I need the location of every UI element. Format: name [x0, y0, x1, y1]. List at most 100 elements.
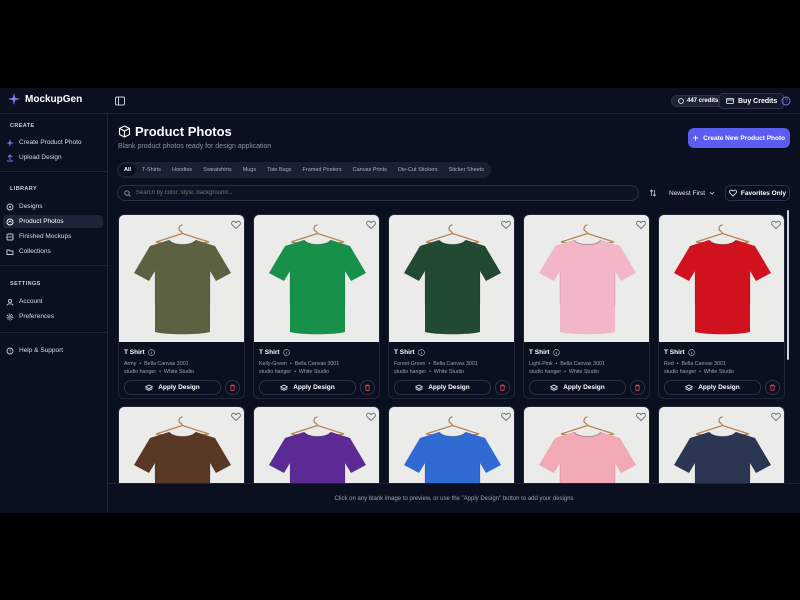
info-icon[interactable]: [282, 349, 290, 356]
sidebar-item-create-product-photo[interactable]: Create Product Photo: [3, 136, 103, 149]
product-meta-line1: Kelly-Green • Bella Canvas 3001: [259, 361, 339, 367]
product-background: White Studio: [433, 369, 464, 375]
product-image[interactable]: [659, 407, 784, 483]
delete-button[interactable]: [765, 380, 780, 395]
product-image[interactable]: [389, 215, 514, 342]
grid-scrollbar[interactable]: [787, 210, 789, 360]
heart-icon[interactable]: [366, 412, 376, 422]
tab-tote-bags[interactable]: Tote Bags: [262, 164, 296, 176]
page-subtitle: Blank product photos ready for design ap…: [118, 143, 272, 150]
apply-design-button[interactable]: Apply Design: [664, 380, 761, 395]
info-icon[interactable]: [687, 349, 695, 356]
brand-logo[interactable]: MockupGen: [8, 93, 82, 105]
product-card[interactable]: T Shirt Army • Bella Canvas 3001 studio …: [118, 214, 245, 399]
t-shirt-image: [269, 224, 366, 335]
photos-icon: [6, 218, 14, 225]
delete-button[interactable]: [360, 380, 375, 395]
sidebar-item-finished-mockups[interactable]: Finished Mockups: [3, 230, 103, 243]
product-card[interactable]: [523, 406, 650, 483]
product-card[interactable]: T Shirt Light-Pink • Bella Canvas 3001 s…: [523, 214, 650, 399]
product-style: studio hanger: [394, 369, 427, 375]
heart-icon[interactable]: [636, 412, 646, 422]
sidebar-item-label: Preferences: [19, 313, 55, 320]
apply-design-label: Apply Design: [563, 384, 605, 391]
product-image[interactable]: [119, 215, 244, 342]
product-title-text: T Shirt: [529, 349, 550, 356]
tab-die-cut-stickers[interactable]: Die-Cut Stickers: [393, 164, 443, 176]
product-card[interactable]: T Shirt Red • Bella Canvas 3001 studio h…: [658, 214, 785, 399]
sidebar-toggle-icon[interactable]: [114, 95, 126, 107]
tab-sticker-sheets[interactable]: Sticker Sheets: [444, 164, 489, 176]
apply-design-button[interactable]: Apply Design: [394, 380, 491, 395]
sidebar-item-upload-design[interactable]: Upload Design: [3, 151, 103, 164]
tab-mugs[interactable]: Mugs: [238, 164, 261, 176]
product-background: White Studio: [163, 369, 194, 375]
heart-icon[interactable]: [501, 220, 511, 230]
heart-icon[interactable]: [771, 412, 781, 422]
layers-icon: [145, 384, 154, 391]
help-icon[interactable]: ?: [781, 96, 791, 106]
info-icon[interactable]: [417, 349, 425, 356]
t-shirt-image: [539, 416, 636, 483]
product-image[interactable]: [389, 407, 514, 483]
apply-design-button[interactable]: Apply Design: [124, 380, 221, 395]
product-image[interactable]: [524, 215, 649, 342]
product-card[interactable]: T Shirt Kelly-Green • Bella Canvas 3001 …: [253, 214, 380, 399]
tab-t-shirts[interactable]: T-Shirts: [137, 164, 166, 176]
sidebar-item-designs[interactable]: Designs: [3, 200, 103, 213]
section-library-heading: LIBRARY: [10, 186, 38, 192]
delete-button[interactable]: [225, 380, 240, 395]
tab-all[interactable]: All: [119, 164, 137, 176]
tab-canvas-prints[interactable]: Canvas Prints: [348, 164, 392, 176]
product-meta-line1: Light-Pink • Bella Canvas 3001: [529, 361, 605, 367]
footer-hint: Click on any blank image to preview, or …: [108, 483, 800, 513]
page-title: Product Photos: [135, 124, 232, 139]
product-card[interactable]: [253, 406, 380, 483]
delete-button[interactable]: [495, 380, 510, 395]
sidebar-item-collections[interactable]: Collections: [3, 245, 103, 258]
product-image[interactable]: [524, 407, 649, 483]
search-input[interactable]: [136, 190, 616, 196]
apply-design-label: Apply Design: [158, 384, 200, 391]
product-card[interactable]: [658, 406, 785, 483]
product-image[interactable]: [254, 215, 379, 342]
heart-icon[interactable]: [636, 220, 646, 230]
product-card[interactable]: [118, 406, 245, 483]
product-background: White Studio: [703, 369, 734, 375]
sidebar-item-product-photos[interactable]: Product Photos: [3, 215, 103, 228]
heart-icon[interactable]: [366, 220, 376, 230]
sidebar-item-help-support[interactable]: ? Help & Support: [3, 344, 103, 357]
sidebar-divider: [0, 171, 108, 172]
heart-icon[interactable]: [231, 412, 241, 422]
product-background: White Studio: [568, 369, 599, 375]
search-bar[interactable]: [117, 185, 639, 201]
product-style: studio hanger: [529, 369, 562, 375]
product-image[interactable]: [254, 407, 379, 483]
product-image[interactable]: [119, 407, 244, 483]
tab-framed-posters[interactable]: Framed Posters: [298, 164, 347, 176]
sidebar-item-preferences[interactable]: Preferences: [3, 310, 103, 323]
apply-design-button[interactable]: Apply Design: [529, 380, 626, 395]
tab-hoodies[interactable]: Hoodies: [167, 164, 197, 176]
buy-credits-button[interactable]: Buy Credits: [719, 93, 785, 109]
mockups-icon: [6, 233, 14, 240]
info-icon[interactable]: [147, 349, 155, 356]
product-background: White Studio: [298, 369, 329, 375]
sidebar-item-account[interactable]: Account: [3, 295, 103, 308]
create-new-product-photo-button[interactable]: + Create New Product Photo: [688, 128, 790, 148]
tab-sweatshirts[interactable]: Sweatshirts: [198, 164, 236, 176]
heart-icon[interactable]: [501, 412, 511, 422]
product-card[interactable]: [388, 406, 515, 483]
favorites-only-button[interactable]: Favorites Only: [725, 185, 790, 201]
sidebar-divider: [0, 332, 108, 333]
delete-button[interactable]: [630, 380, 645, 395]
sort-arrows-icon: [649, 189, 657, 197]
sort-dropdown[interactable]: Newest First: [646, 185, 719, 201]
apply-design-button[interactable]: Apply Design: [259, 380, 356, 395]
heart-icon[interactable]: [231, 220, 241, 230]
product-image[interactable]: [659, 215, 784, 342]
sidebar-item-label: Help & Support: [19, 347, 64, 354]
heart-icon[interactable]: [771, 220, 781, 230]
product-card[interactable]: T Shirt Forest-Green • Bella Canvas 3001…: [388, 214, 515, 399]
info-icon[interactable]: [552, 349, 560, 356]
